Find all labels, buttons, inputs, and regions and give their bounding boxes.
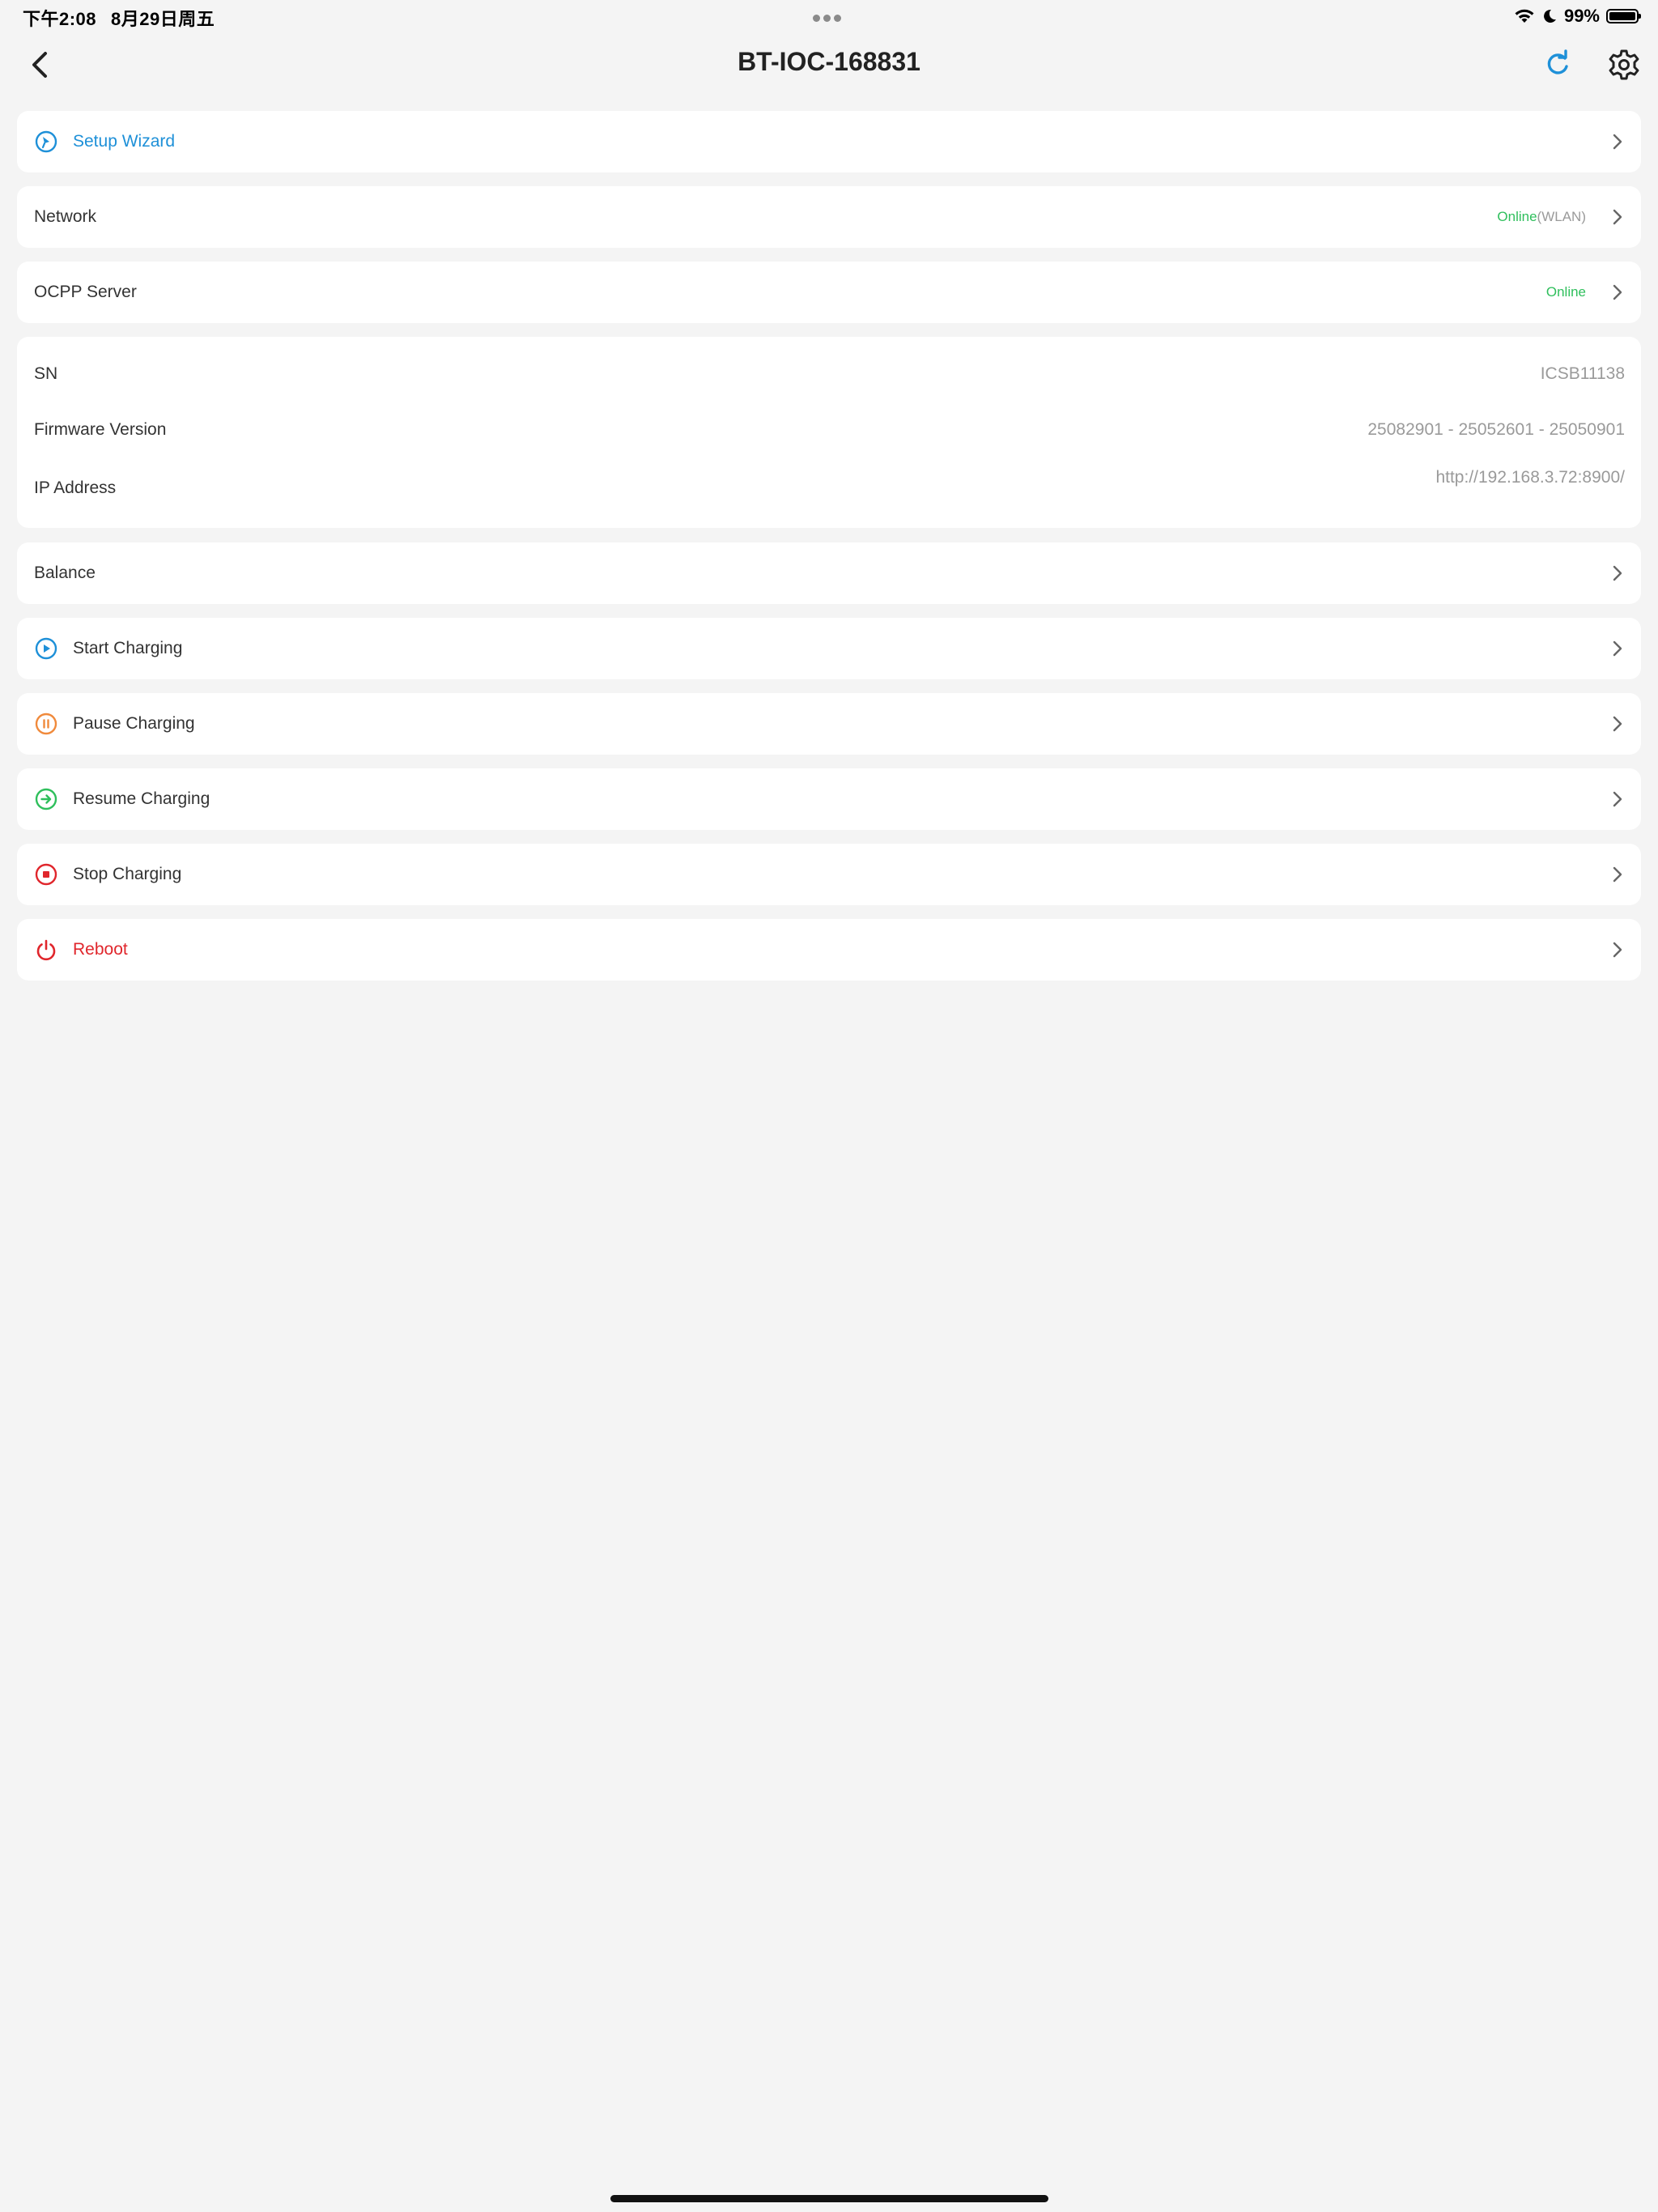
reboot-label: Reboot — [73, 940, 128, 959]
pause-charging-row[interactable]: Pause Charging — [17, 693, 1641, 755]
stop-circle-icon — [35, 863, 57, 886]
setup-wizard-row[interactable]: Setup Wizard — [17, 111, 1641, 172]
ocpp-card: OCPP Server Online — [17, 262, 1641, 323]
power-icon — [36, 939, 56, 961]
status-time: 下午2:08 8月29日周五 — [23, 5, 229, 31]
stop-charging-card: Stop Charging — [17, 844, 1641, 905]
navigation-bar: BT-IOC-168831 — [0, 32, 1658, 97]
pause-charging-label: Pause Charging — [73, 714, 195, 733]
setup-wizard-label: Setup Wizard — [73, 132, 176, 151]
firmware-label: Firmware Version — [34, 420, 167, 439]
pause-charging-card: Pause Charging — [17, 693, 1641, 755]
stop-charging-label: Stop Charging — [73, 865, 182, 883]
page-title: BT-IOC-168831 — [738, 47, 920, 76]
network-card: Network Online(WLAN) — [17, 186, 1641, 248]
ocpp-server-row[interactable]: OCPP Server Online — [17, 262, 1641, 323]
reboot-card: Reboot — [17, 919, 1641, 981]
start-charging-card: Start Charging — [17, 618, 1641, 679]
balance-label: Balance — [34, 564, 96, 582]
chevron-right-icon — [1613, 565, 1622, 581]
chevron-right-icon — [1613, 134, 1622, 150]
status-indicators: 99% — [1514, 5, 1641, 28]
ocpp-online-text: Online — [1545, 284, 1586, 300]
resume-charging-row[interactable]: Resume Charging — [17, 768, 1641, 830]
chevron-right-icon — [1613, 209, 1622, 225]
pause-circle-icon — [35, 713, 57, 735]
chevron-right-icon — [1613, 791, 1622, 807]
start-charging-label: Start Charging — [73, 639, 183, 657]
balance-card: Balance — [17, 542, 1641, 604]
network-status: Online(WLAN) — [1497, 209, 1586, 225]
ocpp-status: Online — [1546, 284, 1586, 300]
chevron-right-icon — [1613, 284, 1622, 300]
chevron-right-icon — [1613, 716, 1622, 732]
resume-charging-card: Resume Charging — [17, 768, 1641, 830]
reboot-row[interactable]: Reboot — [17, 919, 1641, 981]
setup-wizard-card: Setup Wizard — [17, 111, 1641, 172]
sn-value: ICSB11138 — [1540, 364, 1625, 383]
ocpp-server-label: OCPP Server — [34, 283, 137, 301]
network-label: Network — [34, 207, 97, 226]
multitasking-dots[interactable] — [813, 11, 845, 22]
status-clock: 下午2:08 — [23, 9, 97, 29]
device-info-card: SN ICSB11138 Firmware Version 25082901 -… — [17, 337, 1641, 528]
sn-label: SN — [34, 364, 58, 383]
network-type-text: (WLAN) — [1537, 209, 1586, 224]
play-circle-icon — [35, 637, 57, 660]
gear-icon[interactable] — [1608, 49, 1640, 81]
status-bar: 下午2:08 8月29日周五 99% — [0, 0, 1658, 32]
resume-charging-label: Resume Charging — [73, 789, 210, 808]
home-indicator[interactable] — [610, 2195, 1048, 2202]
start-charging-row[interactable]: Start Charging — [17, 618, 1641, 679]
wizard-icon — [35, 130, 57, 153]
ip-value[interactable]: http://192.168.3.72:8900/ — [1435, 468, 1625, 487]
stop-charging-row[interactable]: Stop Charging — [17, 844, 1641, 905]
firmware-value: 25082901 - 25052601 - 25050901 — [1367, 420, 1625, 439]
battery-icon — [1606, 9, 1641, 23]
moon-icon — [1544, 9, 1556, 23]
chevron-right-icon — [1613, 866, 1622, 883]
battery-level — [1609, 12, 1635, 20]
ip-label: IP Address — [34, 479, 117, 497]
balance-row[interactable]: Balance — [17, 542, 1641, 604]
chevron-right-icon — [1613, 942, 1622, 958]
status-date: 8月29日周五 — [111, 9, 215, 29]
resume-circle-icon — [35, 788, 57, 810]
battery-percent: 99% — [1563, 6, 1600, 26]
wifi-icon — [1515, 9, 1534, 23]
network-online-text: Online — [1497, 209, 1537, 224]
network-row[interactable]: Network Online(WLAN) — [17, 186, 1641, 248]
refresh-icon[interactable] — [1541, 49, 1574, 81]
chevron-right-icon — [1613, 640, 1622, 657]
